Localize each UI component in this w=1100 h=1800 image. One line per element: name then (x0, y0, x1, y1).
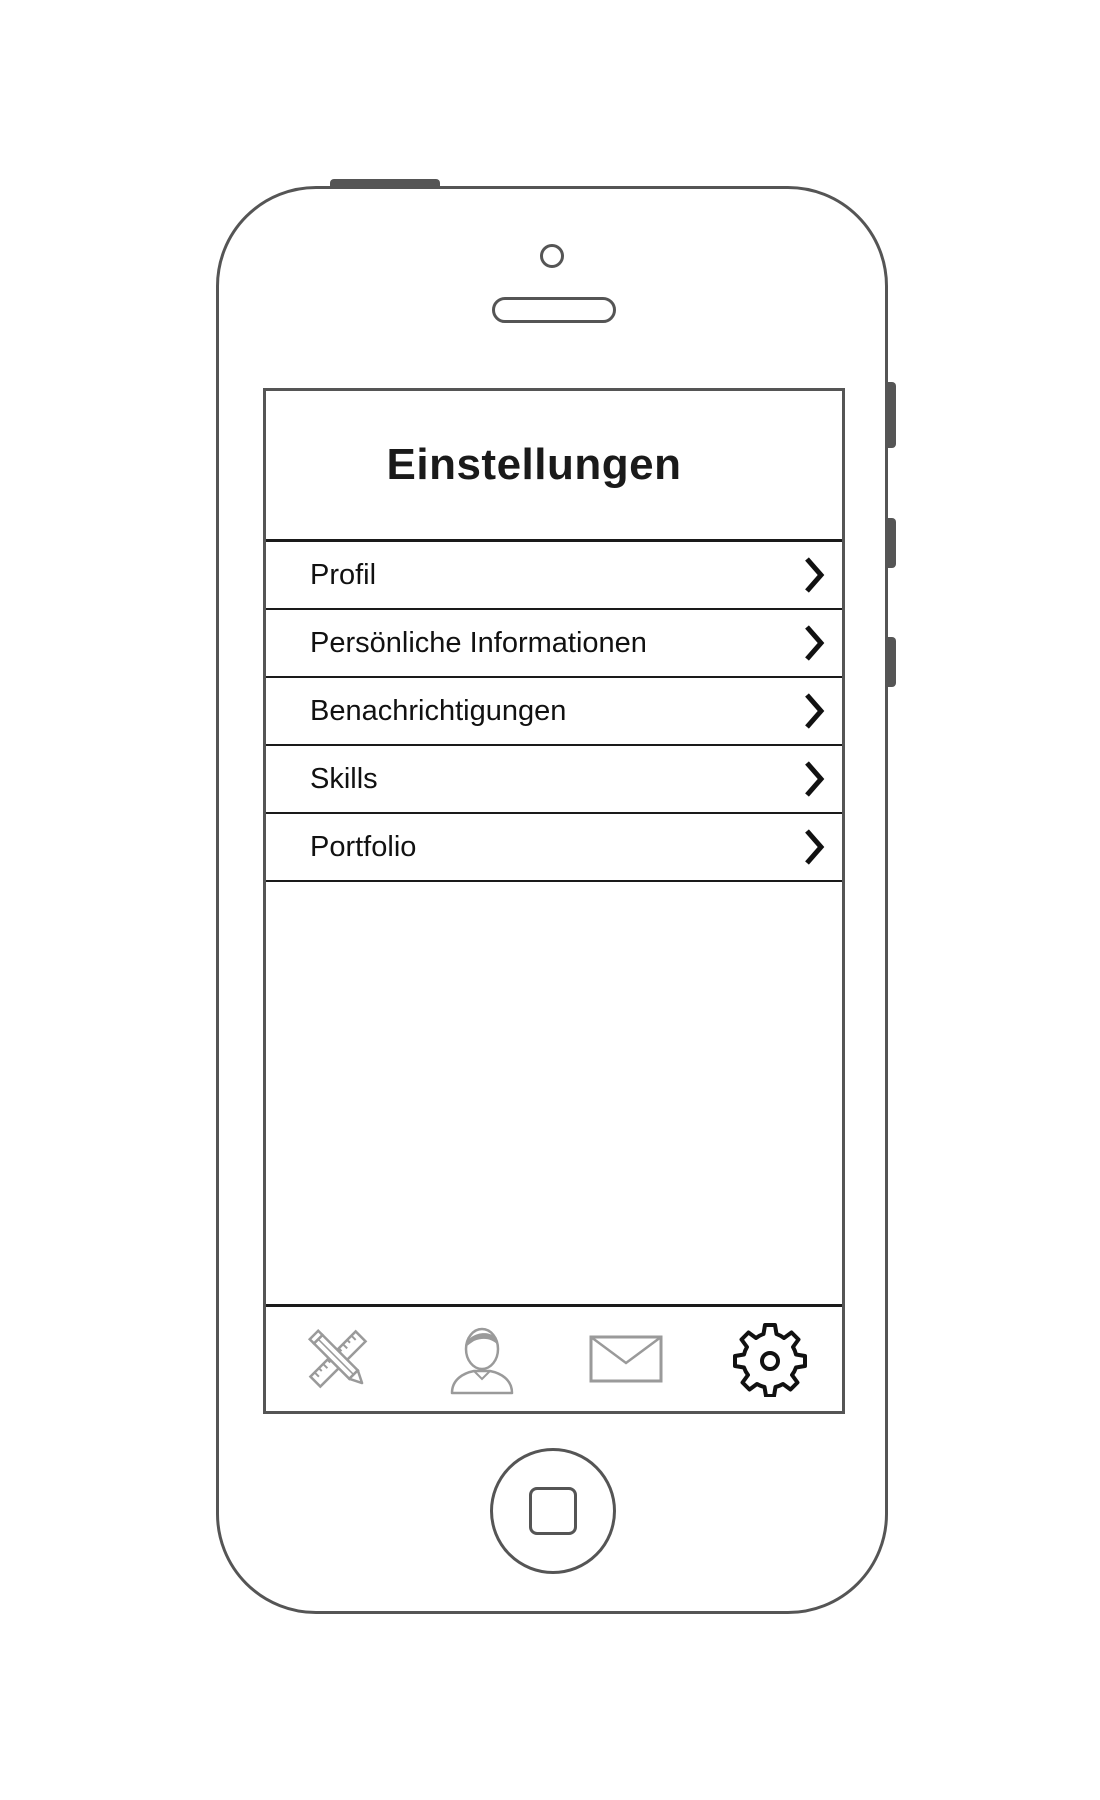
front-camera (540, 244, 564, 268)
user-icon (450, 1327, 514, 1395)
menu-item-label: Skills (310, 762, 378, 795)
settings-menu: Profil Persönliche Informationen Benachr… (266, 542, 842, 882)
gear-icon (733, 1323, 807, 1397)
chevron-right-icon (805, 761, 825, 797)
menu-item-label: Portfolio (310, 830, 417, 863)
navigation-header: Einstellungen (266, 391, 842, 542)
menu-item-skills[interactable]: Skills (266, 746, 842, 814)
menu-item-label: Persönliche Informationen (310, 626, 647, 659)
chevron-right-icon (805, 693, 825, 729)
menu-item-benachrichtigungen[interactable]: Benachrichtigungen (266, 678, 842, 746)
home-button[interactable] (490, 1448, 616, 1574)
phone-screen: Einstellungen Profil Persönliche Informa… (263, 388, 845, 1414)
tab-projects[interactable] (266, 1307, 410, 1411)
tab-settings[interactable] (698, 1307, 842, 1411)
mail-icon (589, 1335, 663, 1383)
page-title: Einstellungen (386, 440, 682, 489)
menu-item-label: Benachrichtigungen (310, 694, 567, 727)
bottom-tab-bar (266, 1304, 842, 1411)
chevron-right-icon (805, 557, 825, 593)
menu-item-label: Profil (310, 558, 377, 591)
menu-item-persoenliche-informationen[interactable]: Persönliche Informationen (266, 610, 842, 678)
tab-messages[interactable] (554, 1307, 698, 1411)
tab-profile[interactable] (410, 1307, 554, 1411)
menu-item-portfolio[interactable]: Portfolio (266, 814, 842, 882)
chevron-right-icon (805, 829, 825, 865)
home-square-icon (529, 1487, 577, 1535)
pencil-ruler-icon (307, 1328, 368, 1389)
menu-item-profil[interactable]: Profil (266, 542, 842, 610)
earpiece-speaker (492, 297, 616, 323)
chevron-right-icon (805, 625, 825, 661)
